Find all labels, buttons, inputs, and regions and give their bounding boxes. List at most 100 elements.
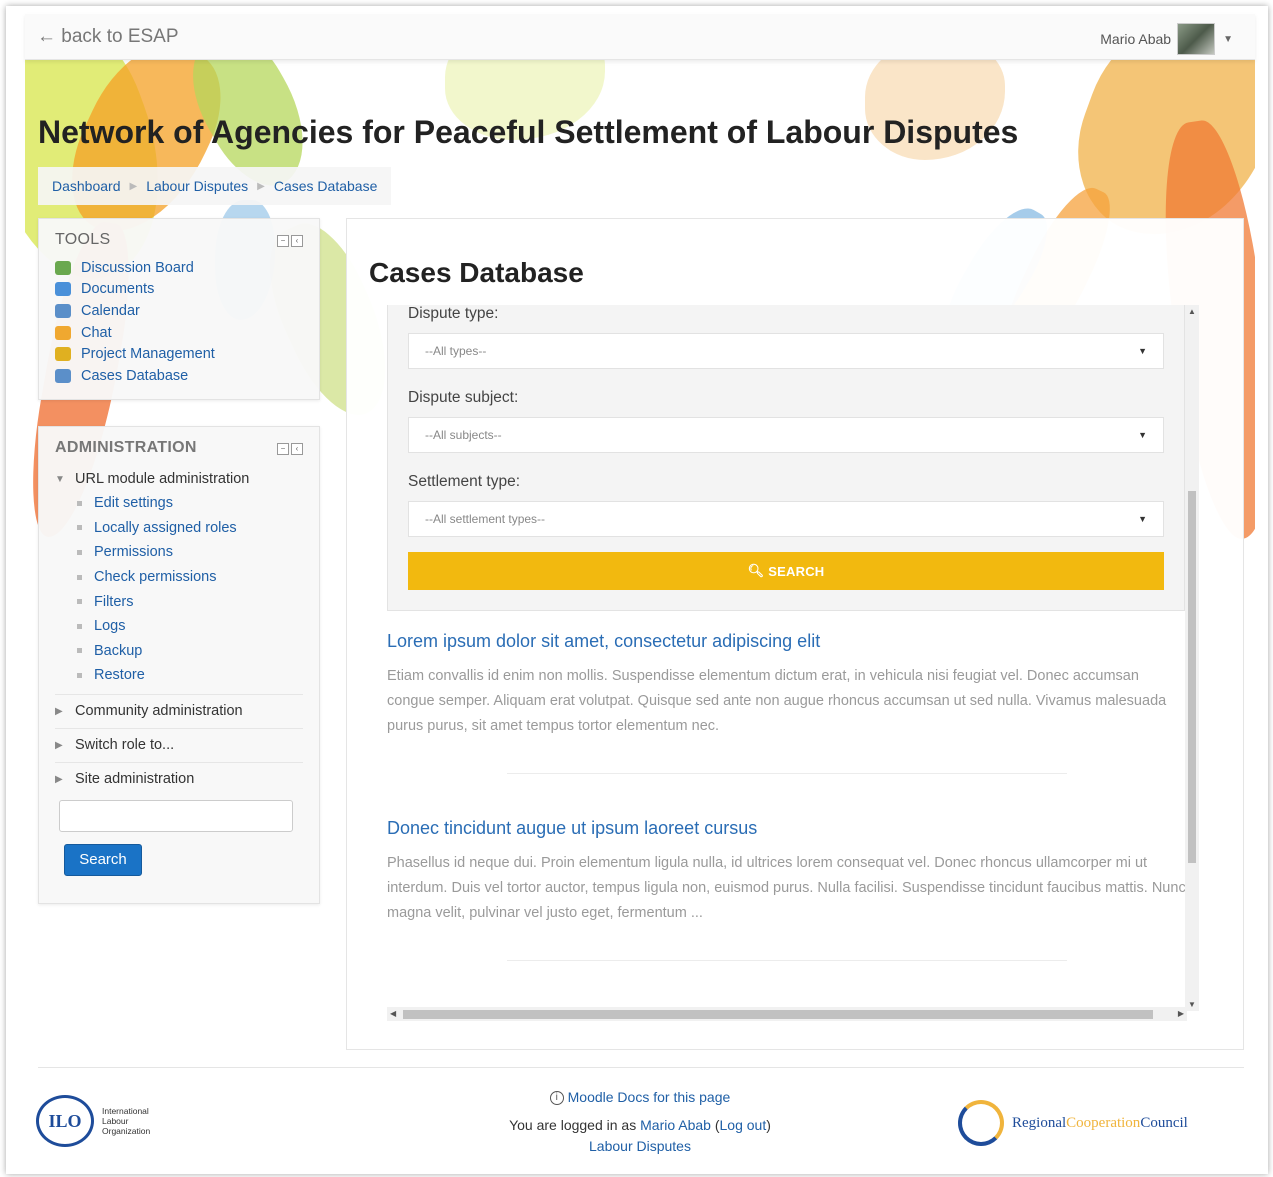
- bullet-icon: [77, 648, 82, 654]
- case-result-title[interactable]: Donec tincidunt augue ut ipsum laoreet c…: [387, 818, 757, 838]
- tools-item-label[interactable]: Cases Database: [81, 368, 188, 384]
- avatar[interactable]: [1177, 23, 1216, 55]
- admin-collapsed-section[interactable]: ▶ Switch role to...: [55, 727, 303, 762]
- ilo-line: International: [102, 1106, 149, 1116]
- bullet-icon: [77, 574, 82, 580]
- search-icon: 🔍︎: [747, 563, 765, 578]
- ilo-seal-icon: ILO: [36, 1095, 94, 1147]
- tools-item[interactable]: Discussion Board: [55, 257, 303, 279]
- tools-item-label[interactable]: Documents: [81, 281, 154, 297]
- breadcrumb-labour-disputes[interactable]: Labour Disputes: [146, 178, 248, 194]
- admin-collapsed-section[interactable]: ▶ Community administration: [55, 693, 303, 728]
- scroll-right-icon[interactable]: ▶: [1178, 1009, 1184, 1018]
- ilo-line: Labour: [102, 1116, 129, 1126]
- settlement-type-select[interactable]: --All settlement types-- ▼: [408, 501, 1164, 537]
- back-link[interactable]: ← back to ESAP: [37, 26, 179, 48]
- bullet-icon: [77, 623, 82, 629]
- admin-item-link[interactable]: Restore: [94, 667, 145, 683]
- rcc-council: Council: [1140, 1114, 1188, 1131]
- admin-item[interactable]: Check permissions: [77, 565, 303, 590]
- breadcrumb-dashboard[interactable]: Dashboard: [52, 178, 121, 194]
- bullet-icon: [77, 500, 82, 506]
- tools-item[interactable]: Chat: [55, 322, 303, 344]
- case-result-summary: Etiam convallis id enim non mollis. Susp…: [387, 668, 1167, 734]
- collapse-icon[interactable]: −: [277, 443, 289, 455]
- tools-item-label[interactable]: Calendar: [81, 303, 140, 319]
- tools-item[interactable]: Project Management: [55, 343, 303, 365]
- vertical-scrollbar[interactable]: ▲ ▼: [1185, 305, 1199, 1011]
- block-controls: − ‹: [277, 235, 303, 247]
- tools-item[interactable]: Cases Database: [55, 365, 303, 387]
- admin-collapsed-section[interactable]: ▶ Site administration: [55, 761, 303, 796]
- dispute-type-value: --All types--: [425, 344, 487, 358]
- admin-item[interactable]: Logs: [77, 614, 303, 639]
- dispute-type-select[interactable]: --All types-- ▼: [408, 333, 1164, 369]
- top-navbar: ← back to ESAP Mario Abab ▼: [25, 14, 1255, 60]
- scroll-left-icon[interactable]: ◀: [390, 1009, 396, 1018]
- result-divider: [507, 773, 1067, 774]
- admin-collapsed-sections: ▶ Community administration ▶ Switch role to…: [55, 693, 303, 796]
- admin-item[interactable]: Filters: [77, 589, 303, 614]
- footer-user-link[interactable]: Mario Abab: [640, 1117, 711, 1133]
- chat-icon: [55, 325, 71, 340]
- dispute-subject-label: Dispute subject:: [408, 389, 519, 406]
- triangle-right-icon: ▶: [55, 739, 63, 751]
- settlement-type-value: --All settlement types--: [425, 512, 546, 526]
- triangle-right-icon: ▶: [55, 705, 63, 717]
- chevron-down-icon[interactable]: ▼: [1223, 34, 1233, 45]
- moodle-docs-link[interactable]: Moodle Docs for this page: [568, 1089, 731, 1105]
- cases-scroll-area[interactable]: Dispute type: --All types-- ▼ Dispute su…: [387, 305, 1199, 1011]
- administration-block: ADMINISTRATION − ‹ ▼ URL module administ…: [38, 426, 320, 904]
- admin-item[interactable]: Permissions: [77, 540, 303, 565]
- admin-item[interactable]: Backup: [77, 639, 303, 664]
- course-link[interactable]: Labour Disputes: [589, 1138, 691, 1154]
- admin-item-link[interactable]: Logs: [94, 618, 125, 634]
- dispute-subject-select[interactable]: --All subjects-- ▼: [408, 417, 1164, 453]
- cases-search-button[interactable]: 🔍︎ SEARCH: [408, 552, 1164, 590]
- logout-link[interactable]: Log out: [720, 1117, 767, 1133]
- bullet-icon: [77, 599, 82, 605]
- scroll-up-icon[interactable]: ▲: [1188, 307, 1196, 316]
- chevron-down-icon: ▼: [1138, 514, 1147, 524]
- filter-panel: Dispute type: --All types-- ▼ Dispute su…: [387, 305, 1185, 611]
- site-title: Network of Agencies for Peaceful Settlem…: [38, 114, 1019, 150]
- moodle-docs-row: i Moodle Docs for this page: [440, 1084, 840, 1111]
- admin-item[interactable]: Locally assigned roles: [77, 516, 303, 541]
- url-module-admin-label: URL module administration: [75, 471, 250, 487]
- dock-icon[interactable]: ‹: [291, 235, 303, 247]
- admin-collapsed-label: Community administration: [75, 703, 243, 720]
- case-result-title[interactable]: Lorem ipsum dolor sit amet, consectetur …: [387, 631, 820, 651]
- admin-item[interactable]: Restore: [77, 663, 303, 688]
- admin-item-link[interactable]: Check permissions: [94, 569, 217, 585]
- collapse-icon[interactable]: −: [277, 235, 289, 247]
- tools-item-label[interactable]: Project Management: [81, 346, 215, 362]
- admin-item-link[interactable]: Backup: [94, 643, 142, 659]
- ilo-logo: ILO International Labour Organization: [36, 1095, 150, 1147]
- user-name[interactable]: Mario Abab: [1100, 31, 1171, 47]
- admin-item-link[interactable]: Locally assigned roles: [94, 520, 237, 536]
- dock-icon[interactable]: ‹: [291, 443, 303, 455]
- folder-icon: [55, 282, 71, 297]
- tools-item-label[interactable]: Chat: [81, 325, 112, 341]
- case-result: Lorem ipsum dolor sit amet, consectetur …: [387, 631, 1187, 739]
- admin-item-link[interactable]: Filters: [94, 594, 133, 610]
- info-icon: i: [549, 1091, 564, 1106]
- breadcrumb-cases-database[interactable]: Cases Database: [274, 178, 378, 194]
- horizontal-scroll-thumb[interactable]: [403, 1010, 1153, 1019]
- vertical-scroll-thumb[interactable]: [1188, 491, 1196, 863]
- admin-item-link[interactable]: Permissions: [94, 544, 173, 560]
- tools-item[interactable]: Documents: [55, 279, 303, 301]
- rcc-logo: RegionalCooperationCouncil: [958, 1100, 1188, 1146]
- admin-item[interactable]: Edit settings: [77, 491, 303, 516]
- tools-item-label[interactable]: Discussion Board: [81, 260, 194, 276]
- tools-item[interactable]: Calendar: [55, 300, 303, 322]
- user-menu[interactable]: Mario Abab ▼: [1100, 23, 1233, 55]
- result-divider: [507, 960, 1067, 961]
- admin-search-input[interactable]: [59, 799, 293, 832]
- admin-search-button[interactable]: Search: [64, 843, 142, 876]
- main-title: Cases Database: [369, 257, 584, 288]
- scroll-down-icon[interactable]: ▼: [1188, 1000, 1196, 1009]
- url-module-admin-toggle[interactable]: ▼ URL module administration: [55, 467, 303, 491]
- horizontal-scrollbar[interactable]: ◀ ▶: [387, 1007, 1187, 1021]
- admin-item-link[interactable]: Edit settings: [94, 495, 173, 511]
